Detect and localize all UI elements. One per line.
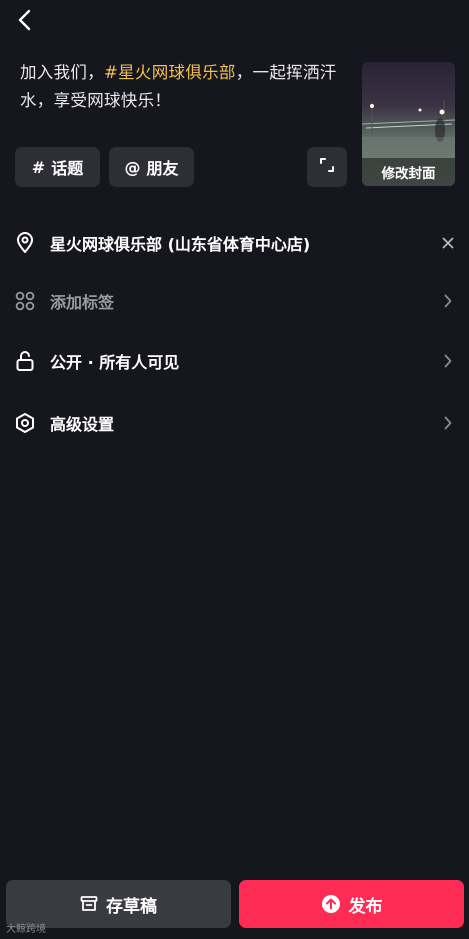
caption-text[interactable]: 加入我们，#星火网球俱乐部，一起挥洒汗水，享受网球快乐！ <box>20 59 350 115</box>
expand-button[interactable] <box>307 147 347 187</box>
upload-circle-icon <box>321 894 341 914</box>
expand-icon <box>319 157 335 177</box>
add-tags-row[interactable]: 添加标签 <box>0 278 469 324</box>
location-label: 星火网球俱乐部 (山东省体育中心店) <box>50 235 311 254</box>
caption-before: 加入我们， <box>20 63 104 82</box>
friend-chip[interactable]: @ 朋友 <box>109 147 194 187</box>
hashtag-icon: # <box>31 157 46 177</box>
back-button[interactable] <box>10 6 38 38</box>
caption-hashtag[interactable]: #星火网球俱乐部 <box>104 63 236 82</box>
archive-icon <box>80 895 98 913</box>
topic-chip-label: 话题 <box>51 159 84 178</box>
visibility-label: 公开 · 所有人可见 <box>50 353 180 372</box>
close-icon[interactable] <box>437 232 459 254</box>
chevron-right-icon <box>437 350 459 372</box>
watermark: 大鲸跨境 <box>6 924 46 935</box>
chevron-right-icon <box>437 412 459 434</box>
unlock-icon <box>14 350 36 372</box>
friend-chip-label: 朋友 <box>146 159 179 178</box>
chevron-left-icon <box>16 9 32 35</box>
topic-chip[interactable]: # 话题 <box>15 147 100 187</box>
location-pin-icon <box>14 232 36 254</box>
cover-thumbnail[interactable]: 修改封面 <box>362 62 455 186</box>
at-icon: @ <box>124 157 141 177</box>
grid-icon <box>14 290 36 312</box>
advanced-settings-label: 高级设置 <box>50 415 115 434</box>
chevron-right-icon <box>437 290 459 312</box>
add-tags-label: 添加标签 <box>50 293 115 312</box>
publish-button[interactable]: 发布 <box>239 880 464 928</box>
edit-cover-label: 修改封面 <box>362 158 455 186</box>
publish-label: 发布 <box>348 896 383 917</box>
location-row[interactable]: 星火网球俱乐部 (山东省体育中心店) <box>0 220 469 266</box>
advanced-settings-row[interactable]: 高级设置 <box>0 400 469 446</box>
hexagon-settings-icon <box>14 412 36 434</box>
save-draft-label: 存草稿 <box>106 896 157 917</box>
visibility-row[interactable]: 公开 · 所有人可见 <box>0 338 469 384</box>
